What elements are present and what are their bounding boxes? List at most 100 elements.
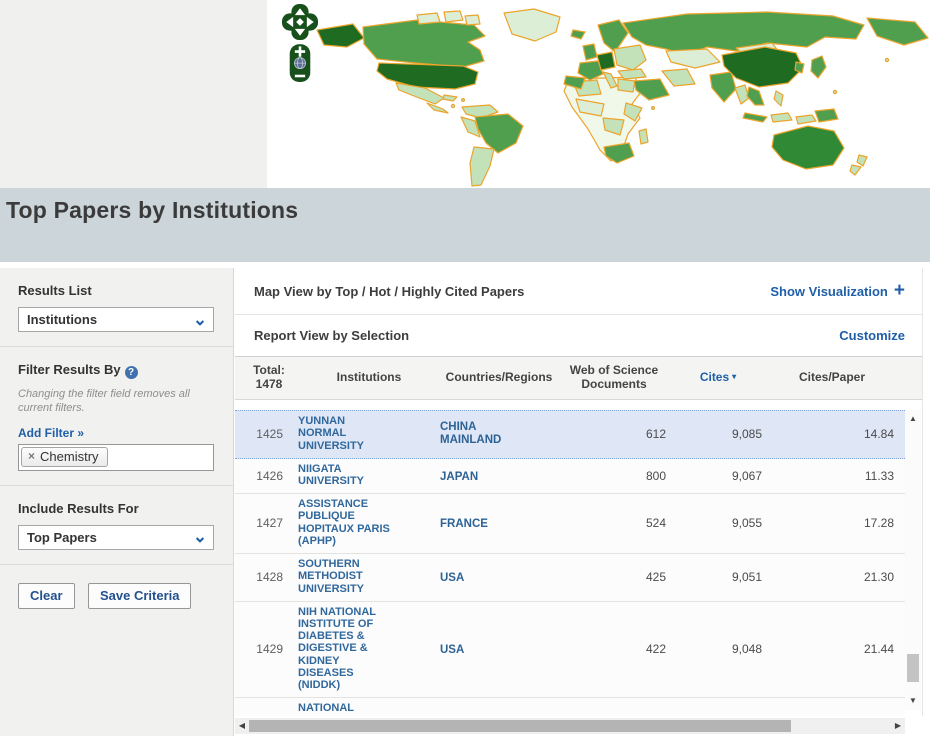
- total-label: Total:: [253, 363, 285, 377]
- institution-link[interactable]: NIH NATIONAL INSTITUTE OF DIABETES & DIG…: [298, 606, 390, 692]
- table-row[interactable]: 1428 SOUTHERN METHODIST UNIVERSITY USA 4…: [235, 554, 905, 602]
- documents-value: 612: [558, 427, 670, 441]
- help-icon[interactable]: ?: [125, 366, 138, 379]
- institution-cell: YUNNAN NORMAL UNIVERSITY: [298, 411, 440, 458]
- documents-value: 800: [558, 469, 670, 483]
- filter-by-label: Filter Results By?: [18, 362, 217, 379]
- table-row[interactable]: 1427 ASSISTANCE PUBLIQUE HOPITAUX PARIS …: [235, 494, 905, 554]
- filter-by-section: Filter Results By? Changing the filter f…: [0, 347, 233, 486]
- results-list-dropdown[interactable]: Institutions ⌄: [18, 307, 214, 332]
- institution-cell: SOUTHERN METHODIST UNIVERSITY: [298, 554, 440, 601]
- filter-chip: × Chemistry: [21, 447, 108, 467]
- include-results-section: Include Results For Top Papers ⌄: [0, 486, 233, 565]
- row-rank: 1426: [240, 469, 298, 483]
- table-header: Total:1478 Institutions Countries/Region…: [235, 356, 922, 400]
- cites-per-paper-value: 21.44: [766, 642, 898, 656]
- institution-link[interactable]: ASSISTANCE PUBLIQUE HOPITAUX PARIS (APHP…: [298, 498, 390, 547]
- zoom-pill[interactable]: [290, 44, 311, 82]
- scroll-left-icon[interactable]: ◀: [235, 718, 249, 734]
- vertical-scrollbar[interactable]: ▲ ▼: [905, 410, 921, 710]
- column-header-countries[interactable]: Countries/Regions: [440, 371, 558, 385]
- horizontal-scrollbar[interactable]: ◀ ▶: [235, 718, 905, 734]
- institution-link[interactable]: YUNNAN NORMAL UNIVERSITY: [298, 415, 390, 452]
- horizontal-scrollbar-thumb[interactable]: [249, 720, 791, 732]
- country-label: CHINA MAINLAND: [440, 421, 522, 447]
- row-rank: 1429: [240, 642, 298, 656]
- cites-value: 9,055: [670, 516, 766, 530]
- documents-value: 425: [558, 570, 670, 584]
- institution-cell: NATIONAL UNIVERSITY OF ROSARIO: [298, 698, 440, 716]
- report-view-row: Report View by Selection Customize: [235, 315, 922, 356]
- cites-per-paper-value: 14.84: [766, 427, 898, 441]
- remove-chip-icon[interactable]: ×: [28, 449, 35, 463]
- documents-value: 422: [558, 642, 670, 656]
- cites-per-paper-value: 13.19: [766, 715, 898, 716]
- country-cell: ARGENTINA: [440, 713, 558, 716]
- cites-header-text: Cites: [700, 370, 729, 384]
- institution-cell: NIH NATIONAL INSTITUTE OF DIABETES & DIG…: [298, 602, 440, 698]
- map-view-row: Map View by Top / Hot / Highly Cited Pap…: [235, 268, 922, 315]
- show-visualization-label: Show Visualization: [770, 284, 888, 299]
- table-row[interactable]: 1429 NIH NATIONAL INSTITUTE OF DIABETES …: [235, 602, 905, 699]
- filter-input[interactable]: × Chemistry: [18, 444, 214, 471]
- cites-value: 9,051: [670, 570, 766, 584]
- row-rank: 1430: [240, 715, 298, 716]
- world-map-panel: [267, 0, 930, 188]
- table-row[interactable]: 1426 NIIGATA UNIVERSITY JAPAN 800 9,067 …: [235, 459, 905, 494]
- results-list-label: Results List: [18, 283, 217, 298]
- show-visualization-link[interactable]: Show Visualization +: [770, 284, 905, 299]
- map-controls: [282, 4, 318, 82]
- cites-value: 9,085: [670, 427, 766, 441]
- documents-value: 524: [558, 516, 670, 530]
- results-list-value: Institutions: [27, 312, 97, 327]
- column-header-documents[interactable]: Web of Science Documents: [558, 364, 670, 392]
- results-list-section: Results List Institutions ⌄: [0, 268, 233, 347]
- chevron-down-icon: ⌄: [187, 310, 213, 330]
- title-bar: Top Papers by Institutions: [0, 188, 930, 262]
- page: Top Papers by Institutions Results List …: [0, 0, 930, 736]
- column-header-cites[interactable]: Cites▾: [670, 371, 766, 385]
- documents-value: 686: [558, 715, 670, 716]
- clear-button[interactable]: Clear: [18, 583, 75, 609]
- include-results-dropdown[interactable]: Top Papers ⌄: [18, 525, 214, 550]
- scroll-right-icon[interactable]: ▶: [891, 718, 905, 734]
- save-criteria-button[interactable]: Save Criteria: [88, 583, 192, 609]
- row-rank: 1427: [240, 516, 298, 530]
- pan-control[interactable]: [282, 4, 318, 40]
- cites-value: 9,048: [670, 642, 766, 656]
- institution-link[interactable]: NATIONAL UNIVERSITY OF ROSARIO: [298, 702, 390, 716]
- cites-value: 9,067: [670, 469, 766, 483]
- plus-icon: +: [894, 284, 905, 298]
- table-body: 1425 YUNNAN NORMAL UNIVERSITY CHINA MAIN…: [235, 400, 905, 716]
- table-row[interactable]: 1430 NATIONAL UNIVERSITY OF ROSARIO ARGE…: [235, 698, 905, 716]
- customize-link[interactable]: Customize: [839, 328, 905, 343]
- page-title: Top Papers by Institutions: [0, 188, 930, 224]
- country-label: USA: [440, 644, 464, 657]
- panel-right-edge: [922, 268, 923, 716]
- scroll-down-icon[interactable]: ▼: [905, 694, 921, 708]
- filter-note: Changing the filter field removes all cu…: [18, 388, 204, 416]
- map-countries[interactable]: [317, 9, 928, 186]
- vertical-scrollbar-thumb[interactable]: [907, 654, 919, 682]
- country-cell: FRANCE: [440, 514, 558, 532]
- filter-chip-label: Chemistry: [40, 449, 99, 464]
- country-cell: CHINA MAINLAND: [440, 421, 558, 448]
- institution-cell: ASSISTANCE PUBLIQUE HOPITAUX PARIS (APHP…: [298, 494, 440, 553]
- top-left-background: [0, 0, 267, 188]
- column-header-institutions[interactable]: Institutions: [298, 371, 440, 385]
- institution-link[interactable]: NIIGATA UNIVERSITY: [298, 463, 390, 488]
- institution-cell: NIIGATA UNIVERSITY: [298, 459, 440, 493]
- cites-per-paper-value: 11.33: [766, 469, 898, 483]
- add-filter-link[interactable]: Add Filter »: [18, 426, 84, 440]
- total-header: Total:1478: [240, 364, 298, 392]
- institution-link[interactable]: SOUTHERN METHODIST UNIVERSITY: [298, 558, 390, 595]
- row-rank: 1425: [240, 427, 298, 441]
- cites-per-paper-value: 21.30: [766, 570, 898, 584]
- column-header-cites-paper[interactable]: Cites/Paper: [766, 371, 898, 385]
- table-row[interactable]: 1425 YUNNAN NORMAL UNIVERSITY CHINA MAIN…: [235, 410, 905, 459]
- filter-by-label-text: Filter Results By: [18, 362, 121, 377]
- scroll-up-icon[interactable]: ▲: [905, 412, 921, 426]
- cites-value: 9,046: [670, 715, 766, 716]
- include-results-value: Top Papers: [27, 530, 97, 545]
- cites-per-paper-value: 17.28: [766, 516, 898, 530]
